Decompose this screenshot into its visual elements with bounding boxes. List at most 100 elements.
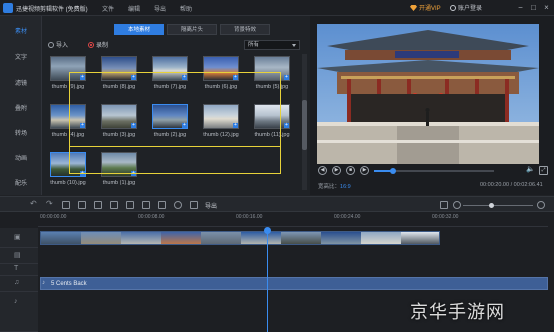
add-icon[interactable]: +	[233, 123, 238, 128]
close-icon[interactable]: ×	[542, 3, 551, 12]
media-thumbnail[interactable]: +	[101, 56, 137, 81]
prev-icon[interactable]: ◀	[318, 166, 327, 175]
tab-local-media[interactable]: 本地素材	[114, 24, 164, 35]
crop-icon[interactable]	[110, 201, 118, 209]
freeze-icon[interactable]	[158, 201, 166, 209]
playback-progress[interactable]	[374, 168, 494, 174]
sidebar-item-overlay[interactable]: 叠附	[0, 103, 42, 112]
media-scrollbar[interactable]	[302, 54, 307, 190]
time-ruler[interactable]: 00:00:00.00 00:00:08.00 00:00:16.00 00:0…	[38, 212, 548, 227]
tick-label: 00:00:00.00	[40, 214, 67, 220]
progress-handle[interactable]	[390, 168, 397, 174]
media-thumbnail[interactable]: +	[203, 104, 239, 129]
minimize-icon[interactable]: −	[516, 3, 525, 12]
add-icon[interactable]: +	[80, 171, 85, 176]
stop-icon[interactable]: ■	[346, 166, 355, 175]
split-icon[interactable]	[78, 201, 86, 209]
play-icon[interactable]: ▶	[332, 166, 341, 175]
undo-icon[interactable]: ↶	[30, 199, 38, 208]
app-title: 迅捷视频剪辑软件 (免费版)	[16, 7, 88, 13]
speed-icon[interactable]	[142, 201, 150, 209]
record-button[interactable]: 录制	[88, 40, 108, 49]
zoom-slider[interactable]	[463, 203, 533, 208]
sidebar-item-music[interactable]: 配乐	[0, 178, 42, 187]
menu-help[interactable]: 帮助	[180, 4, 192, 13]
video-clip[interactable]	[121, 232, 161, 244]
record-icon[interactable]	[190, 201, 198, 209]
menu-file[interactable]: 文件	[102, 4, 114, 13]
video-clip[interactable]	[281, 232, 321, 244]
add-icon[interactable]: +	[284, 123, 289, 128]
next-icon[interactable]: ▶	[360, 166, 369, 175]
add-icon[interactable]: +	[182, 123, 187, 128]
media-thumbnail[interactable]: +	[254, 104, 290, 129]
sidebar-item-text[interactable]: 文字	[0, 52, 42, 61]
video-clip-strip[interactable]	[40, 231, 440, 245]
add-icon[interactable]: +	[80, 75, 85, 80]
video-clip[interactable]	[41, 232, 81, 244]
sidebar-item-media[interactable]: 素材	[0, 26, 42, 35]
tab-intro[interactable]: 隔离片头	[167, 24, 217, 35]
add-icon[interactable]: +	[131, 123, 136, 128]
fullscreen-icon[interactable]: ⤢	[539, 166, 548, 175]
add-icon[interactable]: +	[284, 75, 289, 80]
media-thumbnail[interactable]: +	[101, 152, 137, 177]
video-track-header: ▣	[0, 228, 38, 248]
video-clip[interactable]	[321, 232, 361, 244]
voice-track-icon: ♪	[14, 298, 18, 305]
zoom-out-icon[interactable]	[453, 201, 461, 209]
zoom-in-icon[interactable]	[537, 201, 545, 209]
mosaic-icon[interactable]	[126, 201, 134, 209]
sidebar-item-filters[interactable]: 滤镜	[0, 78, 42, 87]
video-clip[interactable]	[401, 232, 439, 244]
zoom-handle[interactable]	[489, 203, 494, 208]
login-button[interactable]: 账户登录	[450, 3, 482, 12]
tab-background-effects[interactable]: 背景特效	[220, 24, 270, 35]
scrollbar-thumb[interactable]	[302, 100, 307, 150]
add-icon[interactable]: +	[233, 75, 238, 80]
video-clip[interactable]	[161, 232, 201, 244]
filter-select[interactable]: 所有	[244, 40, 300, 50]
add-icon[interactable]: +	[131, 171, 136, 176]
video-clip[interactable]	[81, 232, 121, 244]
edit-toolbar: ↶ ↷ 导出	[0, 196, 554, 212]
menu-edit[interactable]: 编辑	[128, 4, 140, 13]
export-button[interactable]: 导出	[205, 201, 217, 210]
sidebar-item-animation[interactable]: 动画	[0, 153, 42, 162]
aspect-ratio[interactable]: 宽高比：16:9	[318, 182, 351, 190]
sidebar-item-transitions[interactable]: 转场	[0, 128, 42, 137]
vip-button[interactable]: 开通VIP	[410, 3, 441, 12]
import-button[interactable]: 导入	[48, 40, 68, 49]
add-icon[interactable]: +	[80, 123, 85, 128]
media-thumbnail[interactable]: +	[203, 56, 239, 81]
volume-icon[interactable]: 🔈	[526, 166, 535, 175]
add-icon[interactable]: +	[131, 75, 136, 80]
video-clip[interactable]	[201, 232, 241, 244]
maximize-icon[interactable]: □	[529, 3, 538, 12]
media-panel: 本地素材 隔离片头 背景特效 导入 录制 所有 + thumb (9).jpg …	[42, 16, 310, 195]
video-clip[interactable]	[361, 232, 401, 244]
menu-export[interactable]: 导出	[154, 4, 166, 13]
tick-label: 00:00:08.00	[138, 214, 165, 220]
media-thumbnail[interactable]: +	[152, 56, 188, 81]
thumbnail-label: thumb (5).jpg	[255, 84, 289, 90]
media-thumbnail[interactable]: +	[50, 152, 86, 177]
playback-controls: ◀ ▶ ■ ▶ 🔈 ⤢ 宽高比：16:9 00:00:20.00 / 00:02…	[310, 164, 554, 195]
voice-icon[interactable]	[174, 201, 182, 209]
media-thumbnail[interactable]: +	[101, 104, 137, 129]
media-thumbnail[interactable]: +	[152, 104, 188, 129]
thumbnail-label: thumb (3).jpg	[102, 132, 136, 138]
import-icon	[48, 42, 54, 48]
thumbnail-label: thumb (10).jpg	[50, 180, 86, 186]
redo-icon[interactable]: ↷	[46, 199, 54, 208]
video-clip[interactable]	[241, 232, 281, 244]
add-icon[interactable]: +	[182, 75, 187, 80]
fit-icon[interactable]	[440, 201, 448, 209]
delete-icon[interactable]	[94, 201, 102, 209]
audio-clip[interactable]: ♪ 5 Cents Back	[40, 277, 548, 290]
media-thumbnail[interactable]: +	[50, 56, 86, 81]
media-thumbnail[interactable]: +	[254, 56, 290, 81]
media-thumbnail[interactable]: +	[50, 104, 86, 129]
edit-icon[interactable]	[62, 201, 70, 209]
playhead[interactable]	[267, 230, 268, 332]
